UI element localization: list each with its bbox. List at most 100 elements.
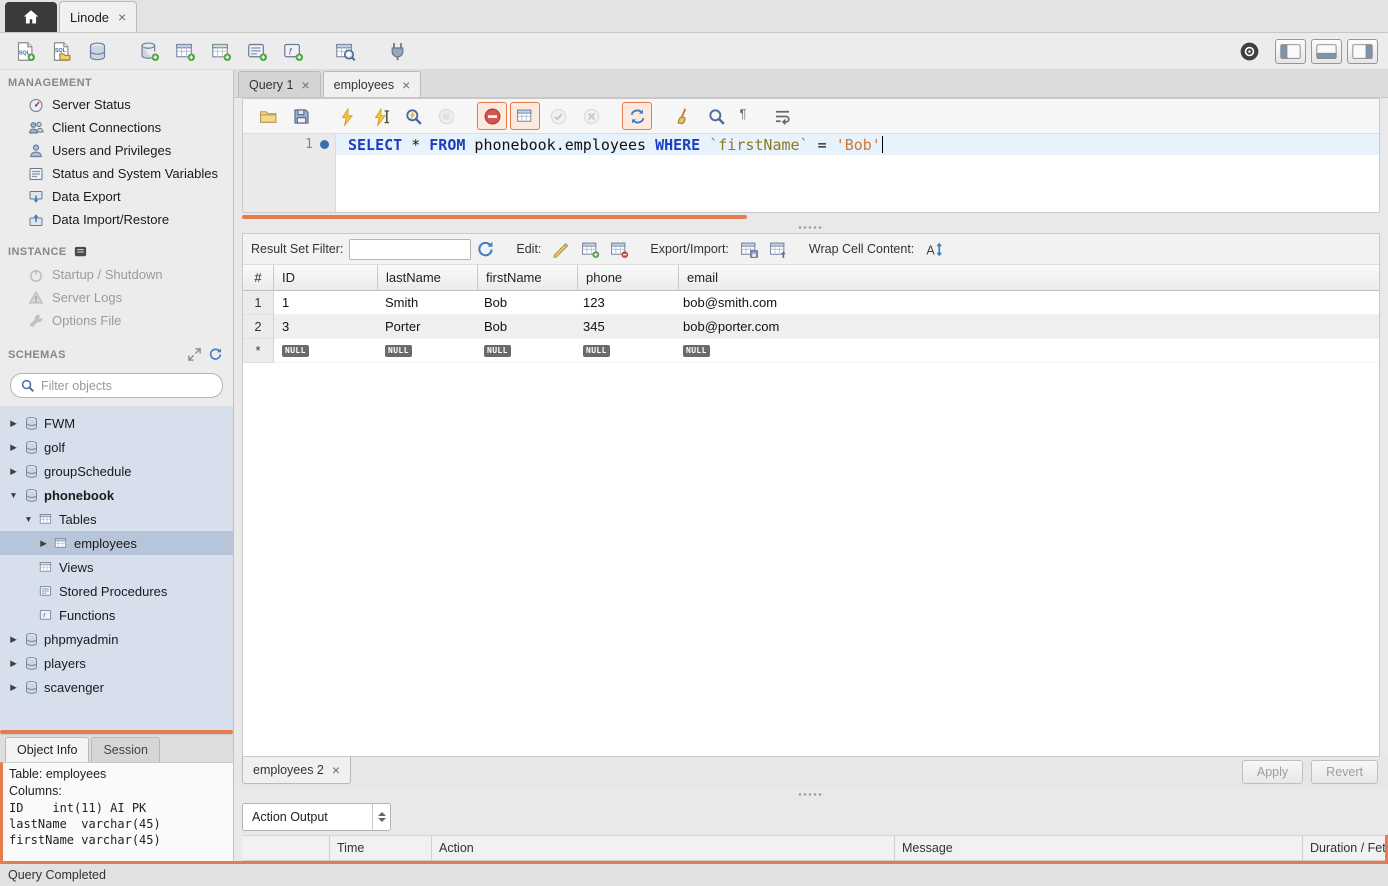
commit-button[interactable] (543, 102, 573, 130)
panel-bottom-button[interactable] (1311, 39, 1342, 64)
result-filter-input[interactable] (349, 239, 471, 260)
open-sql-script-button[interactable]: SQL (46, 37, 76, 65)
tree-item-stored-procedures[interactable]: Stored Procedures (0, 579, 233, 603)
refresh-result-button[interactable] (472, 237, 499, 262)
rollback-button[interactable] (576, 102, 606, 130)
table-row[interactable]: *NULLNULLNULLNULLNULL (243, 339, 1379, 363)
grid-column-header-[interactable]: # (243, 265, 274, 290)
sql-editor[interactable]: 1 SELECT * FROM phonebook.employees WHER… (243, 134, 1379, 212)
table-row[interactable]: 23PorterBob345bob@porter.com (243, 315, 1379, 339)
grid-cell[interactable]: Bob (476, 291, 575, 315)
notification-button[interactable] (1234, 37, 1264, 65)
tree-item-scavenger[interactable]: ▶scavenger (0, 675, 233, 699)
beautify-button[interactable] (668, 102, 698, 130)
create-schema-button[interactable] (134, 37, 164, 65)
tree-item-phpmyadmin[interactable]: ▶phpmyadmin (0, 627, 233, 651)
create-view-button[interactable] (206, 37, 236, 65)
refresh-schemas-icon[interactable] (208, 347, 223, 362)
result-output-splitter[interactable] (234, 789, 1388, 799)
save-button[interactable] (286, 102, 316, 130)
delete-row-button[interactable] (606, 237, 633, 262)
tree-item-fwm[interactable]: ▶FWM (0, 411, 233, 435)
expander-icon[interactable]: ▶ (38, 538, 49, 549)
sidebar-item-server-status[interactable]: Server Status (0, 93, 233, 116)
query-tab-employees[interactable]: employees× (323, 71, 422, 97)
sidebar-item-server-logs[interactable]: Server Logs (0, 286, 233, 309)
close-icon[interactable]: × (301, 78, 309, 92)
autocommit-button[interactable] (622, 102, 652, 130)
import-button[interactable] (765, 237, 792, 262)
sidebar-item-data-export[interactable]: Data Export (0, 185, 233, 208)
tab-object-info[interactable]: Object Info (5, 737, 89, 762)
output-selector[interactable]: Action Output (242, 803, 391, 831)
tree-item-functions[interactable]: fFunctions (0, 603, 233, 627)
code-area[interactable]: SELECT * FROM phonebook.employees WHERE … (336, 134, 1379, 212)
expander-icon[interactable]: ▶ (8, 634, 19, 645)
stop-button[interactable] (431, 102, 461, 130)
expand-schemas-icon[interactable] (187, 347, 202, 362)
tree-item-phonebook[interactable]: ▼phonebook (0, 483, 233, 507)
tree-item-players[interactable]: ▶players (0, 651, 233, 675)
expander-icon[interactable]: ▶ (8, 466, 19, 477)
grid-cell[interactable]: NULL (476, 339, 575, 363)
close-icon[interactable]: × (402, 78, 410, 92)
grid-cell[interactable]: 1 (274, 291, 377, 315)
schema-filter-input[interactable]: Filter objects (10, 373, 223, 398)
grid-column-header-id[interactable]: ID (274, 265, 378, 290)
limit-rows-button[interactable] (510, 102, 540, 130)
tree-item-views[interactable]: Views (0, 555, 233, 579)
export-button[interactable] (736, 237, 763, 262)
execute-button[interactable] (332, 102, 362, 130)
reconnect-button[interactable] (382, 37, 412, 65)
explain-button[interactable] (398, 102, 428, 130)
create-procedure-button[interactable] (242, 37, 272, 65)
grid-column-header-phone[interactable]: phone (578, 265, 679, 290)
sidebar-item-options-file[interactable]: Options File (0, 309, 233, 332)
search-objects-button[interactable] (330, 37, 360, 65)
expander-icon[interactable]: ▶ (8, 418, 19, 429)
sidebar-item-startup-shutdown[interactable]: Startup / Shutdown (0, 263, 233, 286)
find-button[interactable] (701, 102, 731, 130)
grid-column-header-email[interactable]: email (679, 265, 1379, 290)
stop-on-error-button[interactable] (477, 102, 507, 130)
tab-session[interactable]: Session (91, 737, 159, 762)
output-column-action[interactable]: Action (432, 836, 895, 860)
tree-item-tables[interactable]: ▼Tables (0, 507, 233, 531)
execute-current-button[interactable] (365, 102, 395, 130)
grid-cell[interactable]: NULL (575, 339, 675, 363)
grid-cell[interactable]: Porter (377, 315, 476, 339)
new-sql-tab-button[interactable]: SQL (10, 37, 40, 65)
grid-cell[interactable]: bob@smith.com (675, 291, 1379, 315)
query-tab-query-1[interactable]: Query 1× (238, 71, 321, 97)
open-database-button[interactable] (82, 37, 112, 65)
grid-column-header-firstname[interactable]: firstName (478, 265, 578, 290)
revert-button[interactable]: Revert (1311, 760, 1378, 784)
expander-icon[interactable]: ▶ (8, 658, 19, 669)
home-tab[interactable] (5, 2, 57, 32)
editor-hscrollbar[interactable] (242, 215, 747, 219)
connection-tab[interactable]: Linode × (59, 1, 137, 32)
wrap-cell-button[interactable]: A (921, 237, 948, 262)
create-function-button[interactable]: f (278, 37, 308, 65)
grid-column-header-lastname[interactable]: lastName (378, 265, 478, 290)
grid-cell[interactable]: 3 (274, 315, 377, 339)
open-file-button[interactable] (253, 102, 283, 130)
tree-item-employees[interactable]: ▶employees (0, 531, 233, 555)
stepper-icon[interactable] (372, 804, 390, 830)
create-table-button[interactable] (170, 37, 200, 65)
output-column-icon[interactable] (242, 836, 330, 860)
grid-cell[interactable]: NULL (377, 339, 476, 363)
apply-button[interactable]: Apply (1242, 760, 1303, 784)
output-column-time[interactable]: Time (330, 836, 432, 860)
wrap-text-button[interactable] (767, 102, 797, 130)
grid-cell[interactable]: bob@porter.com (675, 315, 1379, 339)
result-grid[interactable]: #IDlastNamefirstNamephoneemail 11SmithBo… (243, 265, 1379, 756)
tree-item-groupschedule[interactable]: ▶groupSchedule (0, 459, 233, 483)
result-tab[interactable]: employees 2 × (242, 757, 351, 784)
grid-cell[interactable]: NULL (274, 339, 377, 363)
insert-row-button[interactable] (577, 237, 604, 262)
grid-cell[interactable]: NULL (675, 339, 1379, 363)
panel-right-button[interactable] (1347, 39, 1378, 64)
grid-cell[interactable]: 345 (575, 315, 675, 339)
expander-icon[interactable]: ▶ (8, 682, 19, 693)
